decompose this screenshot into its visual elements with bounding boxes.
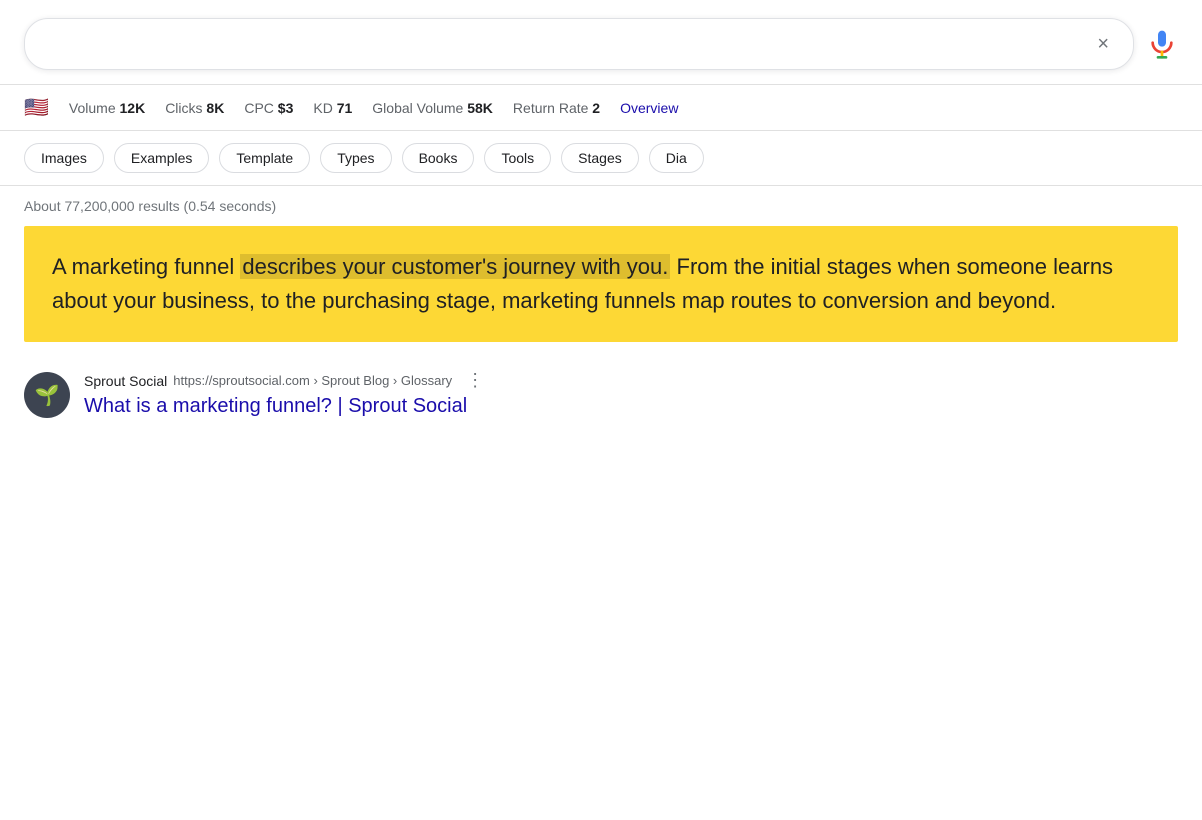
- chip-tools[interactable]: Tools: [484, 143, 551, 173]
- kd-stat: KD 71: [313, 100, 352, 116]
- cpc-stat: CPC $3: [244, 100, 293, 116]
- clicks-stat: Clicks 8K: [165, 100, 224, 116]
- results-count: About 77,200,000 results (0.54 seconds): [24, 198, 1178, 214]
- result-source-line: Sprout Social https://sproutsocial.com ›…: [84, 370, 1178, 391]
- chip-images[interactable]: Images: [24, 143, 104, 173]
- chip-books[interactable]: Books: [402, 143, 475, 173]
- return-rate-stat: Return Rate 2: [513, 100, 600, 116]
- chip-examples[interactable]: Examples: [114, 143, 209, 173]
- overview-link[interactable]: Overview: [620, 100, 678, 116]
- featured-snippet: A marketing funnel describes your custom…: [24, 226, 1178, 342]
- flag-icon: 🇺🇸: [24, 95, 49, 120]
- search-clear-button[interactable]: ×: [1089, 33, 1117, 56]
- filter-chips-row: Images Examples Template Types Books Too…: [0, 131, 1202, 186]
- chip-stages[interactable]: Stages: [561, 143, 639, 173]
- result-url: https://sproutsocial.com › Sprout Blog ›…: [173, 373, 452, 388]
- result-title-link[interactable]: What is a marketing funnel? | Sprout Soc…: [84, 393, 1178, 419]
- search-input[interactable]: marketing funnel: [41, 33, 1089, 56]
- chip-dia[interactable]: Dia: [649, 143, 704, 173]
- chip-template[interactable]: Template: [219, 143, 310, 173]
- mic-button[interactable]: [1146, 28, 1178, 60]
- search-bar-section: marketing funnel ×: [0, 0, 1202, 85]
- result-favicon: 🌱: [24, 372, 70, 418]
- snippet-text: A marketing funnel describes your custom…: [52, 250, 1150, 318]
- favicon-symbol: 🌱: [35, 383, 60, 408]
- global-volume-stat: Global Volume 58K: [372, 100, 493, 116]
- menu-dots-icon: ⋮: [466, 370, 484, 390]
- search-input-wrapper: marketing funnel ×: [24, 18, 1134, 70]
- result-menu-button[interactable]: ⋮: [462, 370, 488, 391]
- chip-types[interactable]: Types: [320, 143, 391, 173]
- close-icon: ×: [1097, 33, 1109, 56]
- result-site-name: Sprout Social: [84, 373, 167, 389]
- stats-row: 🇺🇸 Volume 12K Clicks 8K CPC $3 KD 71 Glo…: [0, 85, 1202, 131]
- snippet-text-before: A marketing funnel: [52, 254, 240, 279]
- snippet-text-highlighted: describes your customer's journey with y…: [240, 254, 670, 279]
- volume-stat: Volume 12K: [69, 100, 145, 116]
- result-item: 🌱 Sprout Social https://sproutsocial.com…: [24, 362, 1178, 431]
- results-area: About 77,200,000 results (0.54 seconds) …: [0, 186, 1202, 431]
- result-meta: Sprout Social https://sproutsocial.com ›…: [84, 370, 1178, 419]
- microphone-icon: [1146, 28, 1178, 60]
